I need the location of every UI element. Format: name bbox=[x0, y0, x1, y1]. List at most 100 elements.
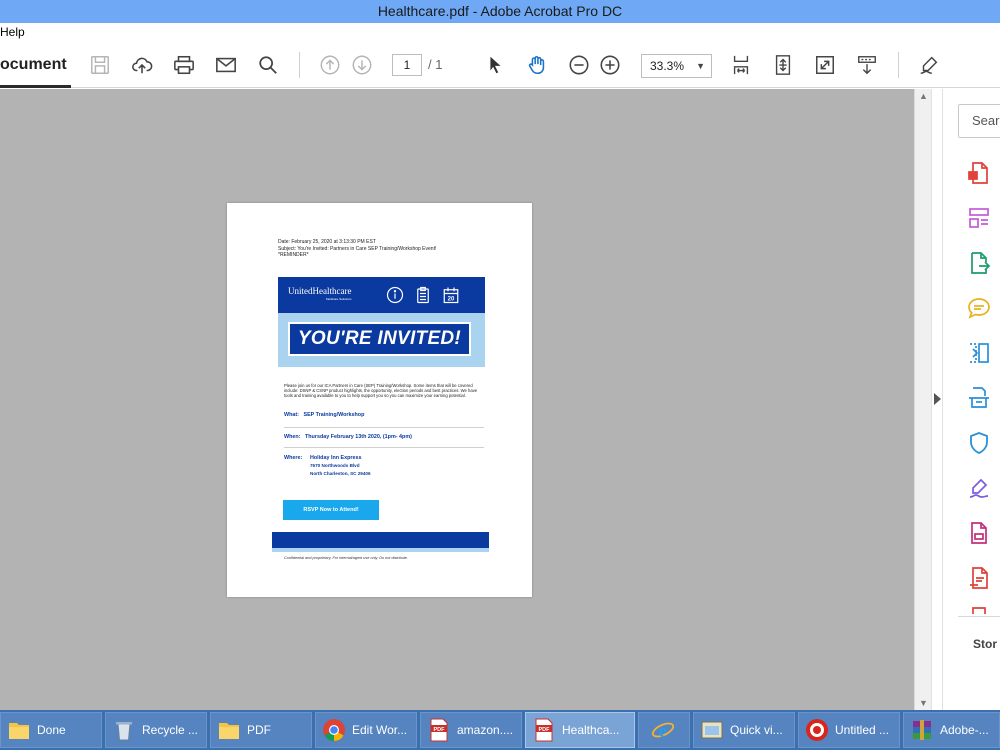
menu-bar: Help bbox=[0, 23, 1000, 42]
save-icon[interactable] bbox=[87, 52, 113, 78]
tools-search-input[interactable]: Searc bbox=[958, 104, 1000, 138]
pdf-file-icon: PDF bbox=[535, 718, 553, 742]
expand-arrow-icon bbox=[934, 393, 941, 405]
taskbar-item-healthcare-pdf[interactable]: PDF Healthca... bbox=[525, 712, 635, 748]
taskbar-item-done[interactable]: Done bbox=[0, 712, 102, 748]
footer-disclaimer: Confidential and proprietary. For intern… bbox=[284, 556, 408, 560]
uhc-logo: UnitedHealthcare Medicare Solutions bbox=[288, 286, 351, 301]
footer-band-light bbox=[272, 548, 489, 552]
calendar-day: 20 bbox=[448, 297, 455, 303]
pdf-page: Date: February 25, 2020 at 3:13:30 PM ES… bbox=[227, 203, 532, 597]
what-row: What: SEP Training/Workshop bbox=[284, 412, 364, 418]
previous-page-icon[interactable] bbox=[317, 52, 343, 78]
full-screen-icon[interactable] bbox=[812, 52, 838, 78]
where-city: North Charleston, SC 29406 bbox=[310, 471, 371, 476]
tools-pane: Searc bbox=[943, 89, 1000, 710]
svg-text:PDF: PDF bbox=[539, 727, 551, 733]
zoom-out-icon[interactable] bbox=[566, 52, 592, 78]
clipboard-icon bbox=[414, 286, 432, 304]
taskbar-item-untitled[interactable]: Untitled ... bbox=[798, 712, 900, 748]
info-icon bbox=[386, 286, 404, 304]
more-tools-icon[interactable] bbox=[967, 606, 991, 614]
uhc-logo-subtext: Medicare Solutions bbox=[325, 297, 352, 301]
svg-text:PDF: PDF bbox=[434, 727, 446, 733]
pdf-file-icon: PDF bbox=[430, 718, 448, 742]
zoom-in-icon[interactable] bbox=[597, 52, 623, 78]
taskbar-item-adobe-archive[interactable]: Adobe-... bbox=[903, 712, 1000, 748]
scroll-mode-icon[interactable] bbox=[854, 52, 880, 78]
upload-cloud-icon[interactable] bbox=[129, 52, 155, 78]
app-red-icon bbox=[806, 719, 828, 741]
where-address: Holiday Inn Express 7670 Northwoods Blvd… bbox=[310, 454, 371, 478]
print-icon[interactable] bbox=[171, 52, 197, 78]
footer-band bbox=[272, 532, 489, 548]
fit-page-icon[interactable] bbox=[770, 52, 796, 78]
where-venue: Holiday Inn Express bbox=[310, 455, 362, 461]
window-title: Healthcare.pdf - Adobe Acrobat Pro DC bbox=[0, 0, 1000, 23]
quick-view-icon bbox=[701, 721, 723, 739]
rsvp-button[interactable]: RSVP Now to Attend! bbox=[283, 500, 379, 520]
invite-body: Please join us for our ICA Partners in C… bbox=[284, 383, 478, 399]
taskbar-item-chrome[interactable]: Edit Wor... bbox=[315, 712, 417, 748]
select-cursor-icon[interactable] bbox=[482, 52, 508, 78]
folder-icon bbox=[9, 723, 29, 739]
sign-pen-icon[interactable] bbox=[916, 52, 942, 78]
tab-document[interactable]: ocument bbox=[0, 42, 71, 88]
invite-heading: YOU'RE INVITED! bbox=[288, 322, 471, 356]
organize-pages-icon[interactable] bbox=[967, 206, 991, 230]
page-total: / 1 bbox=[428, 57, 443, 72]
windows-taskbar: Done Recycle ... PDF Edit Wor... PDF ama… bbox=[0, 710, 1000, 750]
toolbar-divider bbox=[898, 52, 899, 78]
send-for-review-icon[interactable] bbox=[967, 566, 991, 590]
fit-width-icon[interactable] bbox=[728, 52, 754, 78]
recycle-bin-icon bbox=[116, 722, 132, 741]
where-label: Where: bbox=[284, 455, 303, 461]
page-number-input[interactable]: 1 bbox=[392, 54, 422, 76]
chevron-down-icon: ▼ bbox=[696, 61, 705, 71]
toolbar: ocument 1 / 1 33.3% ▼ bbox=[0, 42, 1000, 88]
email-header: Date: February 25, 2020 at 3:13:30 PM ES… bbox=[278, 239, 436, 259]
folder-icon bbox=[219, 723, 239, 739]
invite-band: YOU'RE INVITED! bbox=[278, 313, 485, 367]
export-pdf-icon[interactable] bbox=[967, 251, 991, 275]
next-page-icon[interactable] bbox=[349, 52, 375, 78]
zoom-level-select[interactable]: 33.3% ▼ bbox=[641, 54, 712, 78]
scan-ocr-icon[interactable] bbox=[967, 386, 991, 410]
internet-explorer-icon: e bbox=[651, 721, 675, 742]
taskbar-item-internet-explorer[interactable]: e bbox=[638, 712, 690, 748]
chrome-icon bbox=[323, 719, 345, 741]
uhc-logo-text: UnitedHealthcare bbox=[288, 286, 352, 296]
taskbar-item-recycle-bin[interactable]: Recycle ... bbox=[105, 712, 207, 748]
tools-pane-toggle[interactable] bbox=[931, 89, 943, 710]
email-icon[interactable] bbox=[213, 52, 239, 78]
when-row: When: Thursday February 13th 2020, (1pm-… bbox=[284, 434, 412, 440]
uhc-banner: UnitedHealthcare Medicare Solutions 20 bbox=[278, 277, 485, 313]
taskbar-item-pdf-folder[interactable]: PDF bbox=[210, 712, 312, 748]
scroll-up-icon[interactable]: ▲ bbox=[919, 91, 928, 101]
email-reminder: *REMINDER* bbox=[278, 252, 309, 258]
screen: Healthcare.pdf - Adobe Acrobat Pro DC He… bbox=[0, 0, 1000, 750]
menu-help[interactable]: Help bbox=[0, 23, 25, 42]
tools-divider bbox=[958, 616, 1000, 617]
search-icon[interactable] bbox=[255, 52, 281, 78]
calendar-icon: 20 bbox=[442, 286, 460, 304]
taskbar-item-quick-view[interactable]: Quick vi... bbox=[693, 712, 795, 748]
fill-sign-icon[interactable] bbox=[967, 476, 991, 500]
zoom-level-value: 33.3% bbox=[650, 59, 685, 73]
what-value: SEP Training/Workshop bbox=[303, 412, 365, 418]
vertical-scrollbar[interactable]: ▲ ▼ bbox=[914, 89, 931, 710]
hand-tool-icon[interactable] bbox=[524, 52, 550, 78]
store-label[interactable]: Stor bbox=[973, 637, 997, 651]
svg-text:e: e bbox=[659, 721, 667, 742]
where-street: 7670 Northwoods Blvd bbox=[310, 463, 360, 468]
comment-icon[interactable] bbox=[967, 296, 991, 320]
scroll-down-icon[interactable]: ▼ bbox=[919, 698, 928, 708]
taskbar-item-amazon-pdf[interactable]: PDF amazon.... bbox=[420, 712, 522, 748]
create-pdf-icon[interactable] bbox=[967, 161, 991, 185]
compare-files-icon[interactable] bbox=[967, 341, 991, 365]
protect-shield-icon[interactable] bbox=[967, 431, 991, 455]
when-label: When: bbox=[284, 434, 301, 440]
edit-pdf-icon[interactable] bbox=[967, 521, 991, 545]
what-label: What: bbox=[284, 412, 299, 418]
winrar-archive-icon bbox=[913, 720, 931, 740]
